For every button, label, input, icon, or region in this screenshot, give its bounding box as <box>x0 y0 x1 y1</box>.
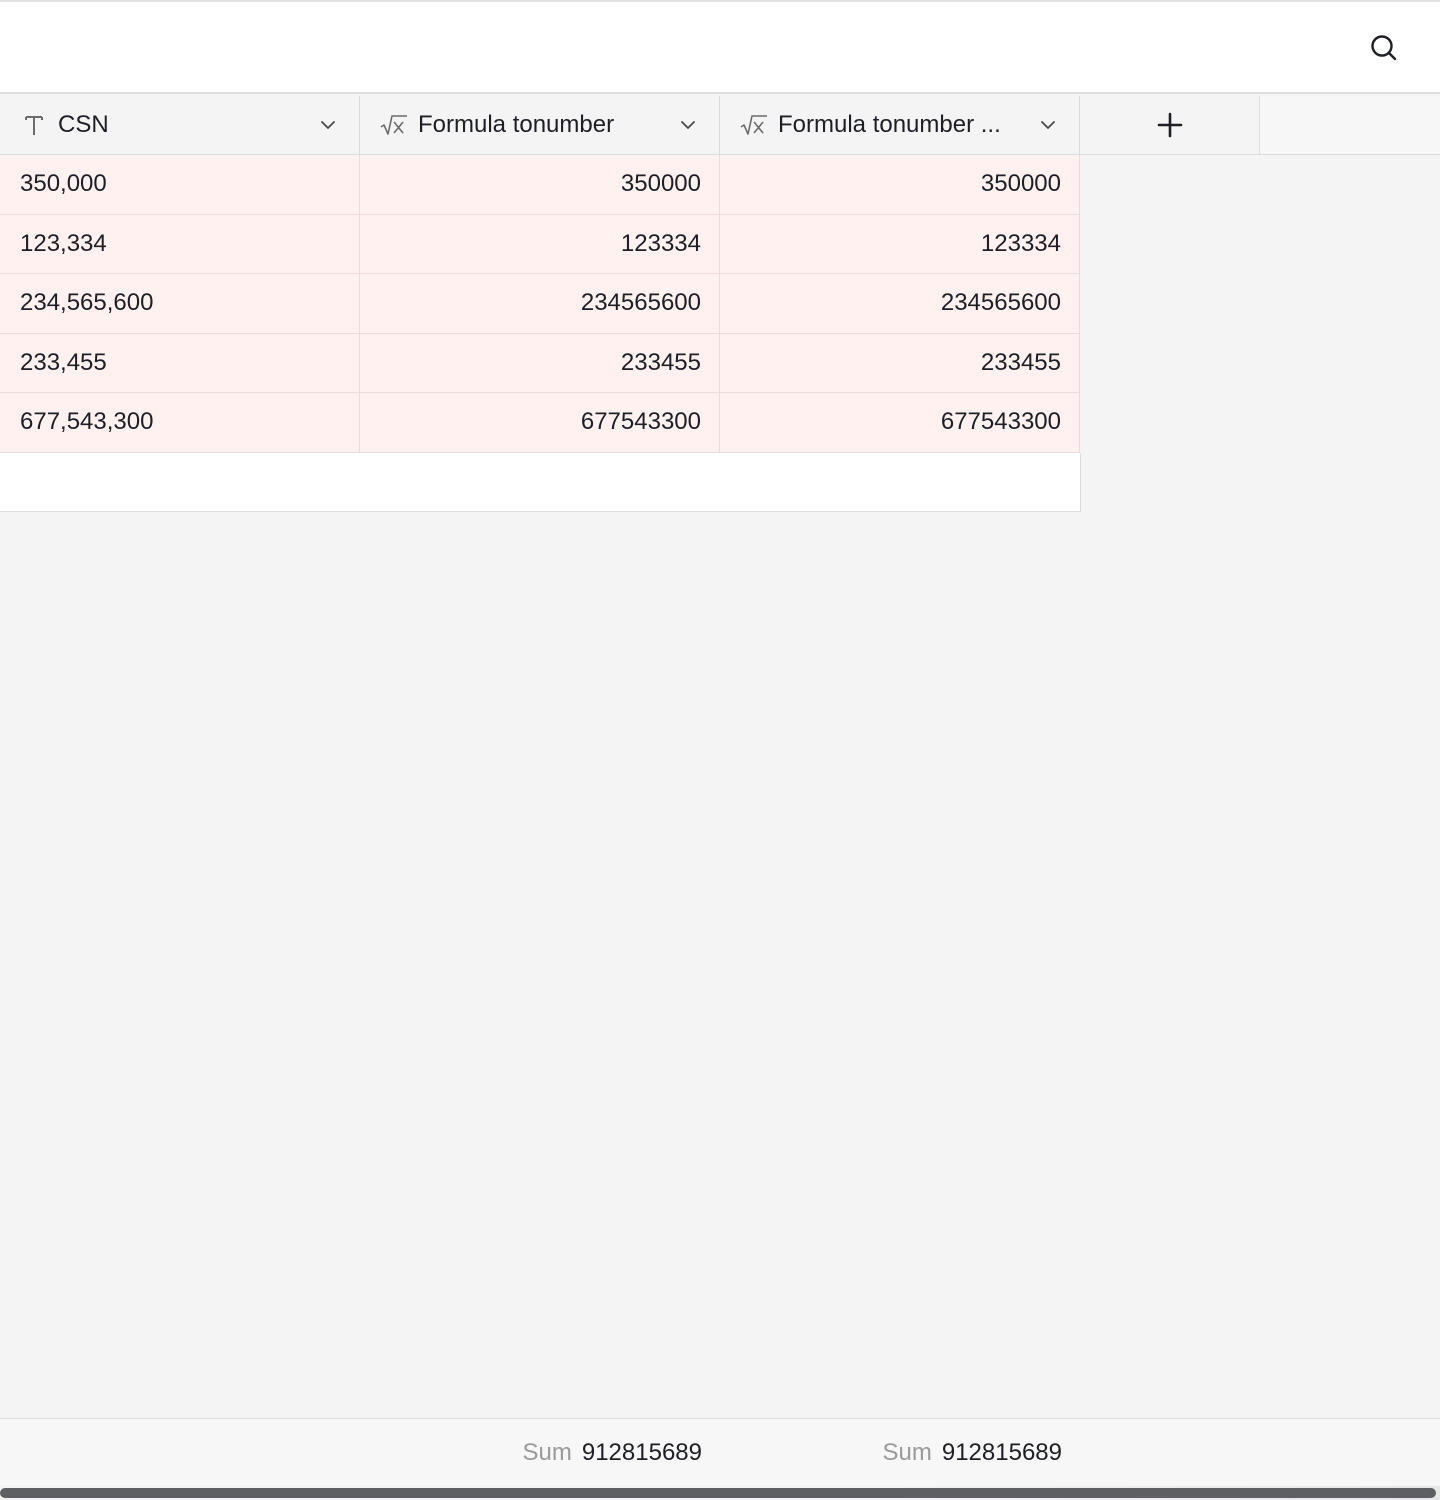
table-cell[interactable]: 234,565,600 <box>0 274 360 334</box>
column-header-label: Formula tonumber <box>418 111 615 138</box>
horizontal-scrollbar[interactable] <box>0 1486 1440 1500</box>
table-row[interactable]: 123,334 123334 123334 <box>0 214 1440 274</box>
chevron-down-icon[interactable] <box>677 114 699 136</box>
search-button[interactable] <box>1368 32 1400 64</box>
column-header-csn[interactable]: CSN <box>0 96 360 155</box>
summary-cell-csn[interactable] <box>0 1419 360 1487</box>
toolbar <box>0 0 1440 94</box>
data-grid: CSN Formula tonumber Formula tonumber ..… <box>0 96 1440 512</box>
summary-value: 912815689 <box>941 1439 1062 1466</box>
table-cell[interactable]: 233455 <box>360 333 720 393</box>
column-header-label: CSN <box>58 111 109 138</box>
summary-label: Sum <box>522 1439 572 1466</box>
table-cell[interactable]: 350000 <box>720 155 1080 215</box>
formula-icon <box>740 111 768 139</box>
header-filler <box>1260 96 1440 155</box>
summary-bar: Sum 912815689 Sum 912815689 <box>0 1418 1440 1486</box>
formula-icon <box>380 111 408 139</box>
table-cell[interactable]: 123334 <box>720 214 1080 274</box>
plus-icon <box>1157 112 1182 138</box>
table-cell[interactable]: 233,455 <box>0 333 360 393</box>
summary-cell-formula-tonumber-2[interactable]: Sum 912815689 <box>720 1419 1080 1487</box>
add-row-area[interactable] <box>0 452 1081 512</box>
header-row: CSN Formula tonumber Formula tonumber ..… <box>0 96 1440 155</box>
table-cell[interactable]: 350,000 <box>0 155 360 215</box>
scrollbar-thumb[interactable] <box>0 1488 1436 1498</box>
search-icon <box>1371 35 1397 61</box>
summary-label: Sum <box>882 1439 932 1466</box>
chevron-down-icon[interactable] <box>317 114 339 136</box>
add-column-button[interactable] <box>1080 96 1260 155</box>
chevron-down-icon[interactable] <box>1037 114 1059 136</box>
column-header-formula-tonumber[interactable]: Formula tonumber <box>360 96 720 155</box>
table-row[interactable]: 350,000 350000 350000 <box>0 155 1440 215</box>
table-cell[interactable]: 677543300 <box>720 393 1080 453</box>
table-cell[interactable]: 233455 <box>720 333 1080 393</box>
table-cell[interactable]: 677543300 <box>360 393 720 453</box>
table-cell[interactable]: 123,334 <box>0 214 360 274</box>
table-cell[interactable]: 234565600 <box>360 274 720 334</box>
summary-cell-formula-tonumber[interactable]: Sum 912815689 <box>360 1419 720 1487</box>
grid-view: CSN Formula tonumber Formula tonumber ..… <box>0 0 1440 1500</box>
table-row[interactable]: 677,543,300 677543300 677543300 <box>0 393 1440 453</box>
table-cell[interactable]: 677,543,300 <box>0 393 360 453</box>
text-type-icon <box>20 111 48 139</box>
column-header-formula-tonumber-2[interactable]: Formula tonumber ... <box>720 96 1080 155</box>
table-row[interactable]: 234,565,600 234565600 234565600 <box>0 274 1440 334</box>
column-header-label: Formula tonumber ... <box>778 111 1001 138</box>
table-row[interactable]: 233,455 233455 233455 <box>0 333 1440 393</box>
summary-value: 912815689 <box>581 1439 702 1466</box>
table-cell[interactable]: 123334 <box>360 214 720 274</box>
table-cell[interactable]: 234565600 <box>720 274 1080 334</box>
table-cell[interactable]: 350000 <box>360 155 720 215</box>
